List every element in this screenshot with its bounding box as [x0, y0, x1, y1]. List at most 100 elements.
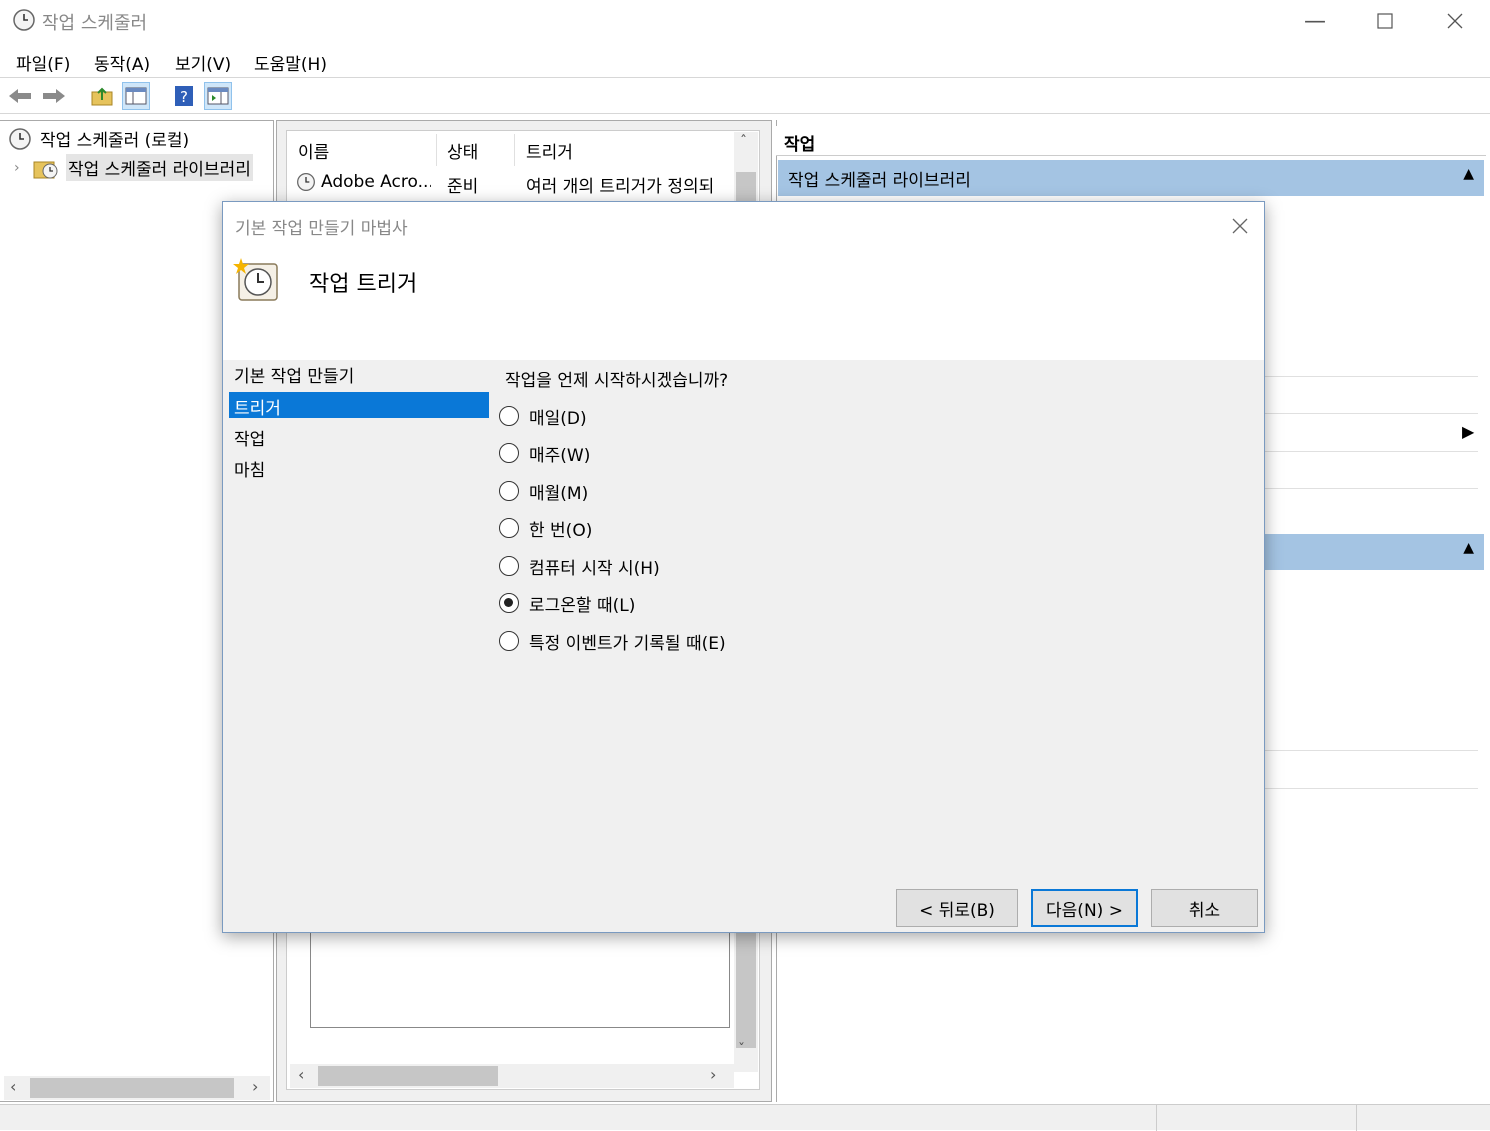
- option-weekly[interactable]: 매주(W): [499, 440, 590, 466]
- menu-bar: 파일(F) 동작(A) 보기(V) 도움말(H): [0, 42, 1490, 78]
- chevron-right-icon[interactable]: ›: [14, 160, 32, 176]
- actions-section-library-label: 작업 스케줄러 라이브러리: [788, 171, 971, 191]
- action-divider: [1264, 376, 1478, 377]
- trigger-question: 작업을 언제 시작하시겠습니까?: [505, 371, 729, 391]
- column-divider[interactable]: [514, 134, 515, 166]
- option-event-logged-label: 특정 이벤트가 기록될 때(E): [529, 633, 726, 654]
- step-trigger[interactable]: 트리거: [229, 392, 489, 419]
- scroll-left-icon[interactable]: ‹: [10, 1077, 16, 1096]
- action-divider: [1264, 788, 1478, 789]
- clock-icon: [297, 173, 315, 191]
- action-divider: [1264, 488, 1478, 489]
- window-title: 작업 스케줄러: [42, 13, 148, 34]
- folder-up-icon: [91, 87, 113, 106]
- scroll-thumb[interactable]: [318, 1066, 498, 1086]
- close-icon: [1447, 13, 1463, 29]
- option-computer-start[interactable]: 컴퓨터 시작 시(H): [499, 553, 660, 579]
- up-folder-button[interactable]: [88, 82, 116, 110]
- radio-daily[interactable]: [499, 406, 519, 426]
- help-icon: ?: [175, 86, 193, 106]
- option-one-time[interactable]: 한 번(O): [499, 515, 592, 541]
- arrow-left-icon: [9, 89, 31, 103]
- scroll-up-icon[interactable]: ˆ: [740, 134, 747, 150]
- menu-file[interactable]: 파일(F): [16, 50, 70, 75]
- step-finish[interactable]: 마침: [229, 454, 489, 481]
- action-divider: [1264, 413, 1478, 414]
- close-icon: [1232, 218, 1248, 234]
- collapse-up-icon[interactable]: ▲: [1463, 166, 1474, 182]
- wizard-title: 기본 작업 만들기 마법사: [235, 219, 408, 239]
- title-bar: 작업 스케줄러 —: [0, 0, 1490, 42]
- show-hide-action-pane-button[interactable]: [204, 82, 232, 110]
- column-status[interactable]: 상태: [447, 138, 478, 163]
- tree-item-library-label: 작업 스케줄러 라이브러리: [66, 154, 253, 181]
- column-name[interactable]: 이름: [298, 138, 329, 163]
- step-create-basic-task[interactable]: 기본 작업 만들기: [229, 360, 489, 387]
- task-row-status: 준비: [447, 177, 479, 197]
- maximize-icon: [1377, 13, 1393, 29]
- radio-event-logged[interactable]: [499, 631, 519, 651]
- back-button[interactable]: < 뒤로(B): [896, 889, 1018, 927]
- scroll-right-icon[interactable]: ›: [710, 1065, 716, 1084]
- help-button[interactable]: ?: [170, 82, 198, 110]
- tree-item-library[interactable]: › 작업 스케줄러 라이브러리: [14, 154, 272, 181]
- clock-icon: [9, 127, 31, 150]
- arrow-right-icon: [43, 89, 65, 103]
- option-event-logged[interactable]: 특정 이벤트가 기록될 때(E): [499, 628, 726, 654]
- tree-item-root[interactable]: 작업 스케줄러 (로컬): [8, 126, 189, 151]
- scroll-left-icon[interactable]: ‹: [298, 1065, 304, 1084]
- task-row-name[interactable]: Adobe Acro...: [321, 172, 431, 192]
- menu-view[interactable]: 보기(V): [175, 50, 231, 75]
- folder-clock-icon: [33, 161, 58, 178]
- task-row-trigger: 여러 개의 트리거가 정의되: [526, 177, 715, 197]
- maximize-button[interactable]: [1350, 0, 1420, 42]
- list-horizontal-scrollbar[interactable]: ‹ ›: [290, 1064, 734, 1088]
- submenu-arrow-icon[interactable]: ▶: [1462, 422, 1474, 441]
- action-divider: [1264, 750, 1478, 751]
- radio-monthly[interactable]: [499, 481, 519, 501]
- option-weekly-label: 매주(W): [529, 445, 591, 466]
- back-button[interactable]: [6, 82, 34, 110]
- option-monthly[interactable]: 매월(M): [499, 478, 588, 504]
- close-button[interactable]: [1420, 0, 1490, 42]
- cancel-button[interactable]: 취소: [1151, 889, 1258, 927]
- action-divider: [1264, 451, 1478, 452]
- scroll-right-icon[interactable]: ›: [252, 1077, 258, 1096]
- toolbar: ?: [0, 78, 1490, 114]
- actions-header: 작업: [776, 126, 1486, 156]
- tree-horizontal-scrollbar[interactable]: ‹ ›: [4, 1076, 270, 1100]
- column-trigger[interactable]: 트리거: [526, 138, 573, 163]
- svg-text:?: ?: [180, 88, 188, 106]
- radio-one-time[interactable]: [499, 518, 519, 538]
- step-action[interactable]: 작업: [229, 423, 489, 450]
- option-logon-label: 로그온할 때(L): [529, 595, 636, 616]
- column-divider[interactable]: [436, 134, 437, 166]
- clock-icon: [13, 9, 35, 31]
- create-basic-task-wizard: 기본 작업 만들기 마법사 작업 트리거 기본 작업 만들기 트리거 작업 마침…: [222, 201, 1265, 933]
- scroll-thumb[interactable]: [30, 1078, 234, 1098]
- option-logon[interactable]: 로그온할 때(L): [499, 590, 635, 616]
- collapse-up-icon[interactable]: ▲: [1463, 540, 1474, 556]
- option-computer-start-label: 컴퓨터 시작 시(H): [529, 558, 660, 579]
- radio-weekly[interactable]: [499, 443, 519, 463]
- show-hide-console-tree-button[interactable]: [122, 82, 150, 110]
- wizard-close-button[interactable]: [1226, 212, 1254, 240]
- option-daily[interactable]: 매일(D): [499, 403, 587, 429]
- task-detail-panel: [310, 932, 730, 1028]
- radio-computer-start[interactable]: [499, 556, 519, 576]
- radio-logon[interactable]: [499, 593, 519, 613]
- minimize-button[interactable]: —: [1280, 0, 1350, 42]
- forward-button[interactable]: [40, 82, 68, 110]
- status-bar: [0, 1104, 1490, 1131]
- scroll-down-icon[interactable]: ˇ: [738, 1042, 745, 1058]
- next-button[interactable]: 다음(N) >: [1031, 889, 1138, 927]
- wizard-heading: 작업 트리거: [309, 272, 418, 297]
- actions-section-library[interactable]: 작업 스케줄러 라이브러리 ▲: [778, 160, 1484, 196]
- tree-item-root-label: 작업 스케줄러 (로컬): [40, 131, 190, 151]
- task-clock-icon: [233, 258, 278, 301]
- menu-help[interactable]: 도움말(H): [254, 50, 327, 75]
- task-row-icon-wrap: [296, 172, 318, 194]
- menu-action[interactable]: 동작(A): [94, 50, 150, 75]
- status-divider: [1156, 1105, 1157, 1131]
- option-monthly-label: 매월(M): [529, 483, 589, 504]
